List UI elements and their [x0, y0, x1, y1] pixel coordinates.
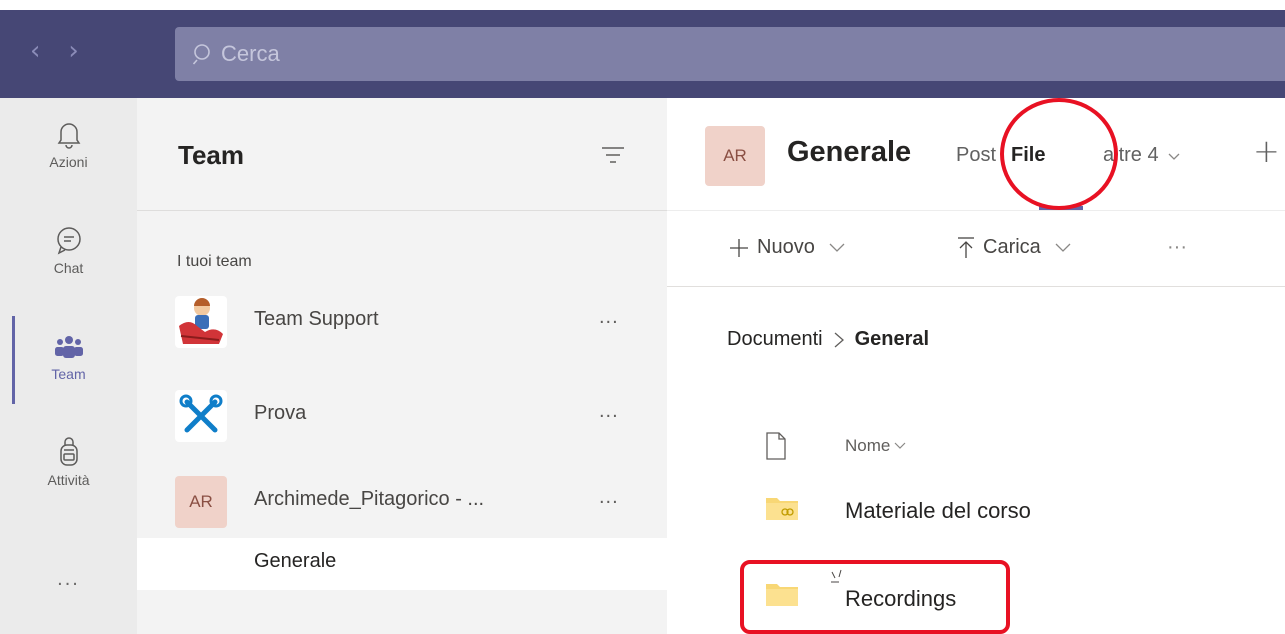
- add-tab-button[interactable]: +: [1253, 132, 1280, 170]
- toolbar-more-button[interactable]: ···: [1167, 236, 1187, 259]
- forward-arrow-icon[interactable]: ›: [68, 38, 78, 64]
- file-row[interactable]: Recordings: [667, 569, 1285, 630]
- title-bar-background: ‹ › Cerca: [0, 10, 1285, 98]
- chevron-down-icon: [829, 243, 845, 252]
- rail-item-azioni[interactable]: Azioni: [0, 118, 137, 170]
- file-name[interactable]: Materiale del corso: [845, 498, 1031, 524]
- tools-avatar: [175, 390, 227, 442]
- column-name-label: Nome: [845, 436, 891, 455]
- channel-item-generale[interactable]: Generale: [137, 538, 667, 590]
- panel-title: Team: [178, 140, 244, 170]
- channel-avatar: AR: [705, 126, 765, 186]
- divider: [667, 210, 1285, 211]
- more-apps-button[interactable]: ...: [0, 568, 137, 591]
- filter-icon[interactable]: [601, 146, 625, 164]
- file-list-header: Nome: [667, 428, 1285, 468]
- main-content: AR Generale Post File altre 4 + Nuovo Ca…: [667, 98, 1285, 634]
- new-button-label: Nuovo: [757, 236, 815, 258]
- search-placeholder: Cerca: [221, 41, 280, 66]
- plus-icon: [730, 238, 748, 257]
- tab-file[interactable]: File: [1011, 144, 1045, 167]
- breadcrumb-current: General: [854, 328, 930, 350]
- search-input[interactable]: Cerca: [175, 27, 1285, 81]
- divider: [667, 286, 1285, 287]
- teams-panel: Team I tuoi team Team Support ... Prova …: [137, 98, 667, 634]
- channel-title: Generale: [787, 136, 912, 168]
- shared-folder-icon: [766, 498, 798, 520]
- upload-icon: [958, 236, 974, 258]
- divider: [137, 210, 667, 211]
- team-name: Team Support: [254, 308, 379, 330]
- more-options-button[interactable]: ...: [599, 486, 619, 509]
- file-name[interactable]: Recordings: [845, 586, 956, 612]
- app-rail: Azioni Chat Team Attività ...: [0, 98, 137, 634]
- team-item-archimede[interactable]: AR Archimede_Pitagorico - ... ...: [137, 476, 667, 536]
- team-name: Archimede_Pitagorico - ...: [254, 488, 485, 510]
- file-type-icon: [766, 432, 786, 460]
- team-name: Prova: [254, 402, 307, 424]
- more-options-button[interactable]: ...: [599, 400, 619, 423]
- team-avatar: AR: [175, 476, 227, 528]
- channel-name: Generale: [254, 550, 337, 572]
- teams-icon: [54, 336, 83, 358]
- tab-more-dropdown[interactable]: altre 4: [1103, 144, 1180, 167]
- new-item-sparkle-icon: [831, 569, 842, 583]
- history-nav: ‹ ›: [30, 38, 79, 64]
- rail-item-label: Attività: [47, 472, 90, 488]
- bell-icon: [57, 123, 80, 149]
- team-item-prova[interactable]: Prova ...: [137, 390, 667, 450]
- new-button[interactable]: Nuovo: [729, 236, 845, 259]
- tab-more-label: altre 4: [1103, 144, 1159, 166]
- chevron-down-icon: [894, 442, 906, 449]
- rail-item-label: Azioni: [49, 154, 88, 170]
- rail-item-chat[interactable]: Chat: [0, 224, 137, 276]
- chevron-right-icon: [834, 332, 844, 347]
- folder-icon: [766, 584, 798, 606]
- rail-item-label: Team: [51, 366, 86, 382]
- chevron-down-icon: [1055, 243, 1071, 252]
- search-icon: [193, 44, 210, 65]
- channel-header: AR Generale Post File altre 4 +: [667, 98, 1285, 210]
- more-options-button[interactable]: ...: [599, 306, 619, 329]
- backpack-icon: [59, 437, 78, 466]
- tab-post[interactable]: Post: [956, 144, 996, 167]
- back-arrow-icon[interactable]: ‹: [30, 38, 40, 64]
- team-support-avatar: [175, 296, 227, 348]
- title-bar: ‹ › Cerca: [0, 0, 1285, 98]
- rail-item-attivita[interactable]: Attività: [0, 436, 137, 488]
- team-item-team-support[interactable]: Team Support ...: [137, 296, 667, 356]
- chat-icon: [56, 227, 81, 255]
- rail-item-label: Chat: [53, 260, 84, 276]
- section-label: I tuoi team: [177, 253, 252, 270]
- chevron-down-icon: [1168, 153, 1180, 160]
- upload-button[interactable]: Carica: [957, 236, 1071, 259]
- upload-button-label: Carica: [983, 236, 1041, 258]
- column-header-name[interactable]: Nome: [845, 436, 906, 456]
- breadcrumb: Documenti General: [727, 328, 929, 351]
- file-row[interactable]: Materiale del corso: [667, 488, 1285, 548]
- breadcrumb-root[interactable]: Documenti: [727, 328, 823, 351]
- rail-item-team[interactable]: Team: [0, 330, 137, 382]
